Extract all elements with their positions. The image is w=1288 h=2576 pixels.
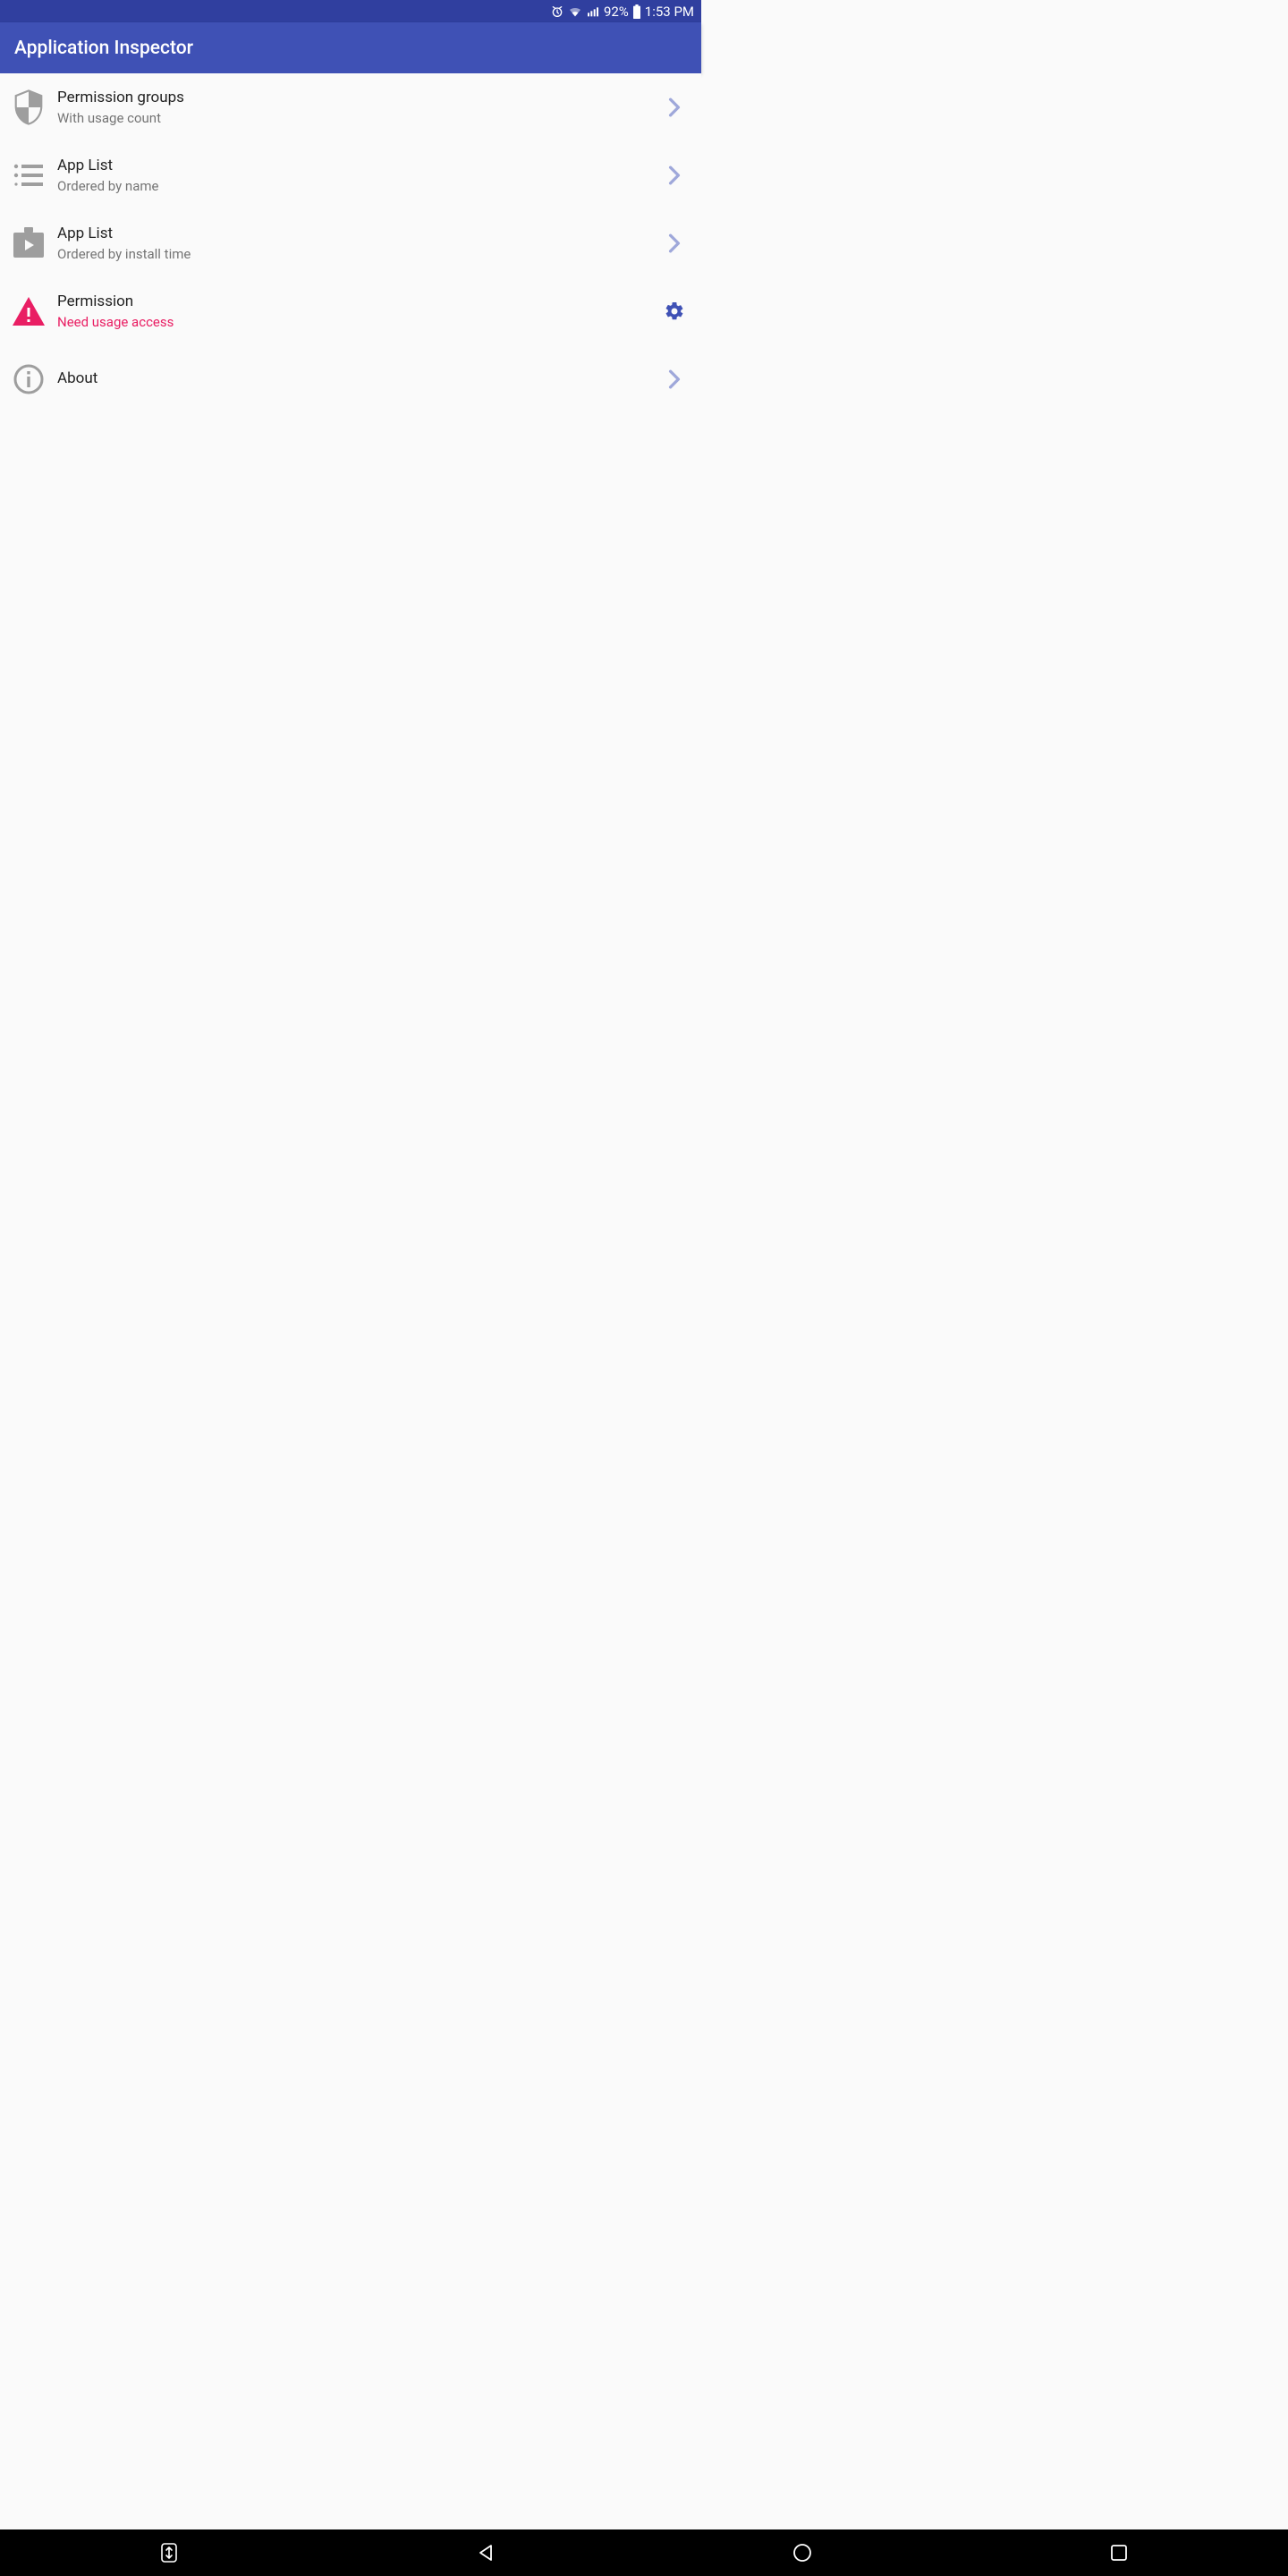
info-icon <box>7 363 50 395</box>
item-app-list-install[interactable]: App List Ordered by install time <box>0 209 701 277</box>
app-bar-title: Application Inspector <box>14 38 193 59</box>
item-title: Permission <box>57 292 658 311</box>
item-subtitle: Ordered by install time <box>57 246 658 262</box>
status-bar: 92% 1:53 PM <box>0 0 701 22</box>
shield-icon <box>7 89 50 125</box>
item-app-list-name[interactable]: App List Ordered by name <box>0 141 701 209</box>
gear-icon[interactable] <box>658 301 691 322</box>
chevron-right-icon <box>658 233 691 253</box>
warning-icon <box>7 295 50 327</box>
navigation-bar <box>0 2529 1288 2576</box>
wifi-icon <box>568 4 582 19</box>
status-time: 1:53 PM <box>645 4 694 20</box>
item-title: About <box>57 369 658 388</box>
nav-back-button[interactable] <box>459 2529 513 2576</box>
alarm-icon <box>550 4 564 19</box>
battery-icon <box>632 4 641 19</box>
item-subtitle: Ordered by name <box>57 178 658 194</box>
item-about[interactable]: About <box>0 345 701 413</box>
item-permission-groups[interactable]: Permission groups With usage count <box>0 73 701 141</box>
chevron-right-icon <box>658 369 691 389</box>
item-title: App List <box>57 157 658 175</box>
signal-icon <box>586 4 600 19</box>
battery-percent: 92% <box>604 4 629 20</box>
item-permission[interactable]: Permission Need usage access <box>0 277 701 345</box>
item-subtitle: Need usage access <box>57 314 658 330</box>
item-subtitle: With usage count <box>57 110 658 126</box>
list-icon <box>7 162 50 189</box>
main-content: Permission groups With usage count App L… <box>0 73 701 413</box>
nav-expand-button[interactable] <box>142 2529 196 2576</box>
item-title: App List <box>57 225 658 243</box>
store-icon <box>7 227 50 259</box>
chevron-right-icon <box>658 165 691 185</box>
nav-recent-button[interactable] <box>1092 2529 1146 2576</box>
nav-home-button[interactable] <box>775 2529 829 2576</box>
app-bar: Application Inspector <box>0 22 701 73</box>
chevron-right-icon <box>658 97 691 117</box>
item-title: Permission groups <box>57 89 658 107</box>
